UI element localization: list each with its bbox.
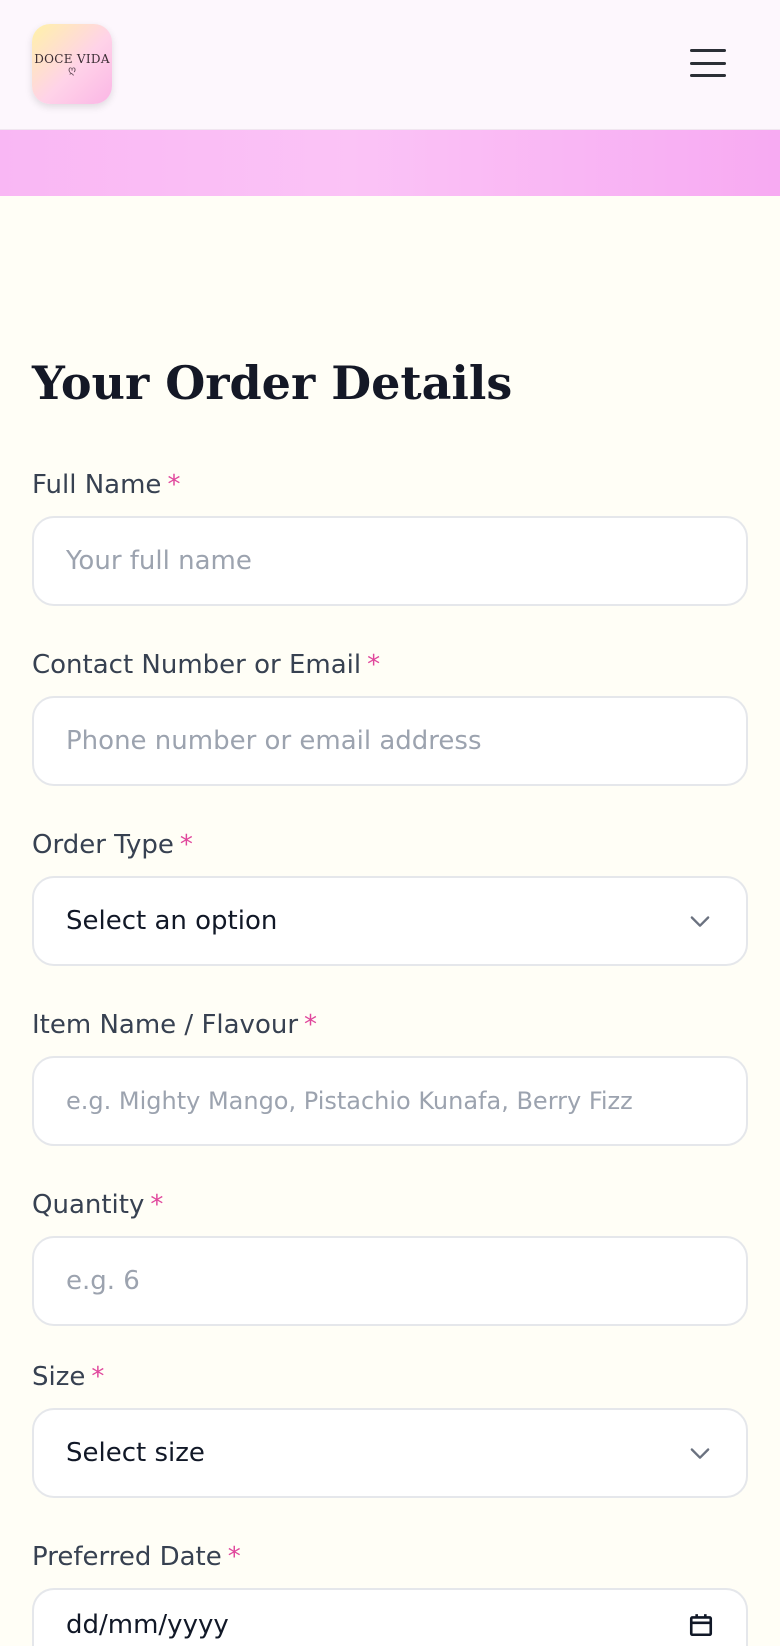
order-type-selected-value: Select an option (66, 906, 278, 936)
calendar-icon[interactable] (688, 1612, 714, 1638)
required-mark: * (150, 1190, 164, 1220)
menu-line (690, 49, 726, 52)
full-name-input[interactable] (32, 516, 748, 606)
size-label: Size * (32, 1362, 104, 1392)
quantity-input[interactable] (32, 1236, 748, 1326)
required-mark: * (227, 1542, 241, 1572)
doce-vida-logo[interactable]: DOCE VIDA ღ (32, 24, 112, 104)
item-name-label-text: Item Name / Flavour (32, 1010, 299, 1040)
required-mark: * (179, 830, 193, 860)
preferred-date-value: dd/mm/yyyy (66, 1610, 229, 1640)
full-name-label: Full Name * (32, 470, 180, 500)
order-type-label: Order Type * (32, 830, 193, 860)
hamburger-menu-icon[interactable] (688, 46, 728, 80)
preferred-date-label-text: Preferred Date (32, 1542, 222, 1572)
page-title: Your Order Details (32, 356, 513, 410)
site-header: DOCE VIDA ღ (0, 0, 780, 130)
required-mark: * (167, 470, 181, 500)
size-selected-value: Select size (66, 1438, 205, 1468)
order-type-label-text: Order Type (32, 830, 174, 860)
contact-input[interactable] (32, 696, 748, 786)
menu-line (690, 61, 726, 65)
required-mark: * (367, 650, 381, 680)
contact-label: Contact Number or Email * (32, 650, 380, 680)
full-name-label-text: Full Name (32, 470, 162, 500)
size-select[interactable]: Select size (32, 1408, 748, 1498)
required-mark: * (304, 1010, 318, 1040)
menu-line (690, 74, 726, 77)
contact-label-text: Contact Number or Email (32, 650, 362, 680)
preferred-date-input[interactable]: dd/mm/yyyy (32, 1588, 748, 1646)
required-mark: * (91, 1362, 105, 1392)
logo-text: DOCE VIDA (34, 52, 110, 66)
item-name-label: Item Name / Flavour * (32, 1010, 317, 1040)
size-label-text: Size (32, 1362, 86, 1392)
quantity-label-text: Quantity (32, 1190, 145, 1220)
chevron-down-icon (690, 916, 710, 927)
item-name-input[interactable] (32, 1056, 748, 1146)
chevron-down-icon (690, 1448, 710, 1459)
order-type-select[interactable]: Select an option (32, 876, 748, 966)
pink-banner (0, 130, 780, 196)
quantity-label: Quantity * (32, 1190, 163, 1220)
preferred-date-label: Preferred Date * (32, 1542, 241, 1572)
logo-heart-icon: ღ (68, 65, 76, 76)
